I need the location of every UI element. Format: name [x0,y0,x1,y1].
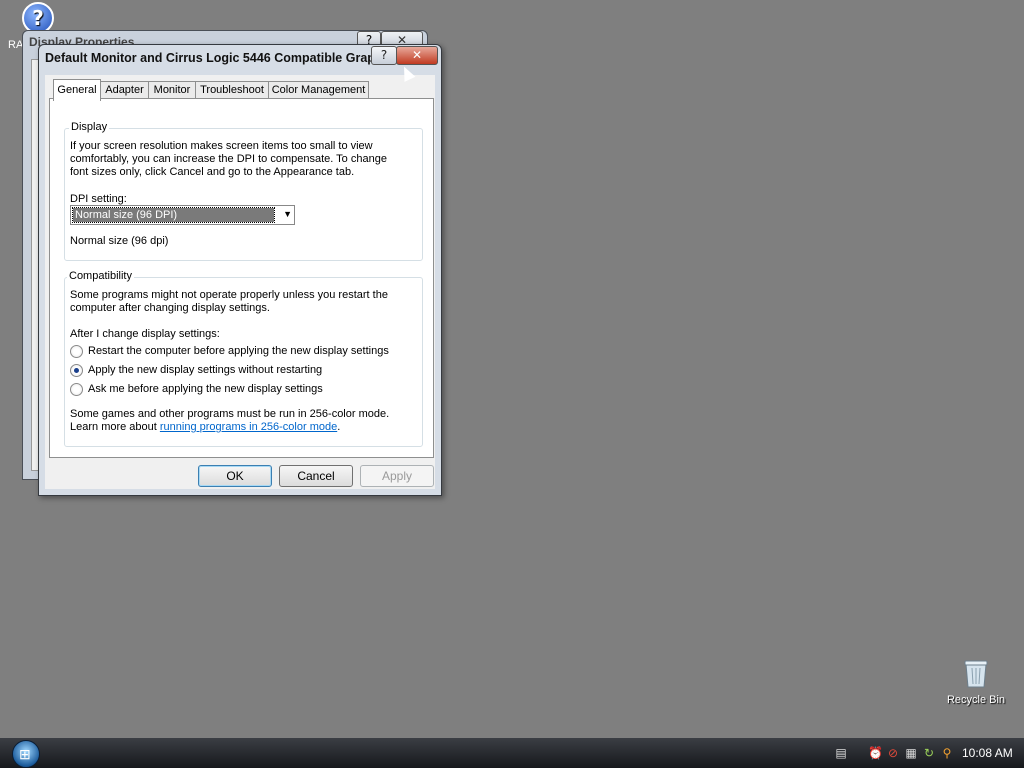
display-group-label: Display [69,121,110,133]
radio-button[interactable] [70,382,83,396]
learn-more-link[interactable]: running programs in 256-color mode [160,421,337,433]
radio-restart-computer[interactable]: Restart the computer before applying the… [70,344,389,358]
title-bar[interactable]: Default Monitor and Cirrus Logic 5446 Co… [39,45,441,73]
color-mode-note: Some games and other programs must be ru… [70,408,390,420]
display-description: If your screen resolution makes screen i… [70,140,387,178]
radio-ask-before-applying[interactable]: Ask me before applying the new display s… [70,382,323,396]
learn-more-prefix: Learn more about [70,421,160,433]
help-icon: ? [380,48,388,62]
dialog-client-area: General Adapter Monitor Troubleshoot Col… [45,75,435,489]
close-icon: ✕ [411,48,423,62]
apply-button[interactable]: Apply [360,465,434,487]
start-button[interactable]: ⊞ [12,740,40,768]
radio-label: Apply the new display settings without r… [88,363,323,376]
recycle-bin-label: Recycle Bin [946,694,1006,706]
general-tab-panel: Display If your screen resolution makes … [49,98,434,458]
tab-troubleshoot[interactable]: Troubleshoot [195,81,269,99]
windows-logo-icon: ⊞ [19,746,31,762]
learn-more-suffix: . [337,421,341,433]
radio-button[interactable] [70,363,83,377]
compatibility-group-label: Compatibility [67,270,134,282]
dpi-setting-dropdown[interactable]: Normal size (96 DPI) ▼ [70,205,295,225]
dpi-setting-value: Normal size (96 DPI) [72,207,275,223]
search-icon[interactable]: ⚲ [940,746,954,760]
tab-adapter[interactable]: Adapter [100,81,149,99]
radio-apply-without-restart[interactable]: Apply the new display settings without r… [70,363,322,377]
recycle-bin-icon[interactable] [963,658,989,688]
close-button[interactable]: ✕ [396,46,438,65]
compatibility-description: Some programs might not operate properly… [70,289,388,314]
desktop-icon-label: RA [8,39,24,51]
alarm-clock-icon[interactable]: ⏰ [868,746,883,760]
ok-button[interactable]: OK [198,465,272,487]
radio-button[interactable] [70,344,83,358]
monitor-properties-dialog: Default Monitor and Cirrus Logic 5446 Co… [38,44,442,496]
taskbar-clock[interactable]: 10:08 AM [962,746,1013,760]
dialog-title: Default Monitor and Cirrus Logic 5446 Co… [45,51,386,65]
radio-label: Restart the computer before applying the… [88,344,389,357]
learn-more-line: Learn more about running programs in 256… [70,421,340,434]
after-change-label: After I change display settings: [70,328,220,340]
tab-monitor[interactable]: Monitor [148,81,196,99]
tab-color-management[interactable]: Color Management [268,81,369,99]
chevron-down-icon: ▼ [283,209,292,219]
radio-label: Ask me before applying the new display s… [88,382,323,395]
cancel-button[interactable]: Cancel [279,465,353,487]
tab-general[interactable]: General [53,79,101,101]
dpi-readout: Normal size (96 dpi) [70,235,169,247]
network-icon[interactable]: ▦ [904,746,918,760]
keyboard-icon[interactable]: ▤ [834,746,848,760]
blocked-icon[interactable]: ⊘ [886,746,900,760]
help-button[interactable]: ? [371,46,397,65]
update-icon[interactable]: ↻ [922,746,936,760]
